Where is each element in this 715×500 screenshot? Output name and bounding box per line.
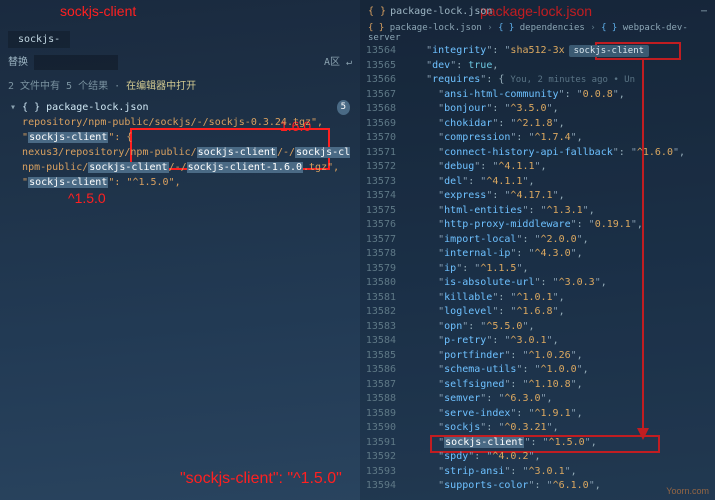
result-count-badge: 5	[337, 100, 350, 115]
git-blame: You, 2 minutes ago • Un	[510, 75, 635, 85]
code-line[interactable]: "p-retry": "^3.0.1",	[402, 334, 715, 349]
code-lines: "integrity": "sha512-3xsockjs-client "de…	[402, 44, 715, 494]
code-line[interactable]: "supports-color": "^6.1.0",	[402, 479, 715, 494]
replace-input[interactable]	[34, 55, 118, 70]
code-line[interactable]: "semver": "^6.3.0",	[402, 392, 715, 407]
code-editor[interactable]: 1356413565135661356713568135691357013571…	[360, 44, 715, 494]
search-results-pane: sockjs- 替换 A区 ↵ 2 文件中有 5 个结果 · 在编辑器中打开 ▾…	[0, 0, 360, 500]
code-line[interactable]: "dev": true,	[402, 59, 715, 74]
code-line[interactable]: "import-local": "^2.0.0",	[402, 233, 715, 248]
editor-tab[interactable]: package-lock.json	[390, 6, 492, 17]
code-line[interactable]: "portfinder": "^1.0.26",	[402, 349, 715, 364]
chevron-down-icon: ▾	[10, 102, 22, 113]
code-line[interactable]: "is-absolute-url": "^3.0.3",	[402, 276, 715, 291]
tab-actions[interactable]: ⋯	[701, 6, 707, 17]
result-line[interactable]: "sockjs-client": {	[10, 130, 350, 145]
code-line[interactable]: "debug": "^4.1.1",	[402, 160, 715, 175]
crumb-file: package-lock.json	[390, 23, 482, 33]
code-line[interactable]: "compression": "^1.7.4",	[402, 131, 715, 146]
search-results: ▾ { } package-lock.json 5 repository/npm…	[0, 96, 360, 194]
code-line[interactable]: "html-entities": "^1.3.1",	[402, 204, 715, 219]
chinese-hint[interactable]: 在编辑器中打开	[126, 81, 196, 92]
search-tab[interactable]: sockjs-	[8, 31, 70, 48]
chinese-hint-row: 2 文件中有 5 个结果 · 在编辑器中打开	[0, 73, 360, 96]
code-line[interactable]: "spdy": "^4.0.2",	[402, 450, 715, 465]
result-line[interactable]: "sockjs-client": "^1.5.0",	[10, 175, 350, 190]
code-line[interactable]: "connect-history-api-fallback": "^1.6.0"…	[402, 146, 715, 161]
line-gutter: 1356413565135661356713568135691357013571…	[360, 44, 402, 494]
main-split: sockjs- 替换 A区 ↵ 2 文件中有 5 个结果 · 在编辑器中打开 ▾…	[0, 0, 715, 500]
highlighted-key: sockjs-client	[444, 437, 524, 448]
json-icon: { }	[368, 6, 386, 17]
replace-row: 替换 A区 ↵	[0, 50, 360, 73]
code-line[interactable]: "opn": "^5.5.0",	[402, 320, 715, 335]
crumb-deps: dependencies	[520, 23, 585, 33]
editor-pane: { } package-lock.json ⋯ { } package-lock…	[360, 0, 715, 500]
result-file-header[interactable]: ▾ { } package-lock.json 5	[10, 100, 350, 115]
code-line[interactable]: "del": "^4.1.1",	[402, 175, 715, 190]
code-line[interactable]: "express": "^4.17.1",	[402, 189, 715, 204]
replace-icons[interactable]: A区 ↵	[324, 53, 352, 68]
code-line[interactable]: "http-proxy-middleware": "0.19.1",	[402, 218, 715, 233]
code-line[interactable]: "ansi-html-community": "0.0.8",	[402, 88, 715, 103]
result-line[interactable]: repository/npm-public/sockjs/-/sockjs-0.…	[10, 115, 350, 130]
code-line[interactable]: "requires": {You, 2 minutes ago • Un	[402, 73, 715, 88]
code-line[interactable]: "sockjs-client": "^1.5.0",	[402, 436, 715, 451]
result-line[interactable]: npm-public/sockjs-client/-/sockjs-client…	[10, 160, 350, 175]
code-line[interactable]: "strip-ansi": "^3.0.1",	[402, 465, 715, 480]
code-line[interactable]: "internal-ip": "^4.3.0",	[402, 247, 715, 262]
result-line[interactable]: nexus3/repository/npm-public/sockjs-clie…	[10, 145, 350, 160]
code-line[interactable]: "loglevel": "^1.6.8",	[402, 305, 715, 320]
code-line[interactable]: "selfsigned": "^1.10.8",	[402, 378, 715, 393]
code-line[interactable]: "integrity": "sha512-3xsockjs-client	[402, 44, 715, 59]
breadcrumb[interactable]: { } package-lock.json › { } dependencies…	[360, 22, 715, 44]
hint-prefix: 2 文件中有 5 个结果 ·	[8, 81, 126, 92]
code-line[interactable]: "chokidar": "^2.1.8",	[402, 117, 715, 132]
replace-label: 替换	[8, 57, 28, 68]
code-line[interactable]: "sockjs": "^0.3.21",	[402, 421, 715, 436]
highlight-badge: sockjs-client	[569, 45, 649, 57]
code-line[interactable]: "serve-index": "^1.9.1",	[402, 407, 715, 422]
code-line[interactable]: "killable": "^1.0.1",	[402, 291, 715, 306]
code-line[interactable]: "bonjour": "^3.5.0",	[402, 102, 715, 117]
search-tab-row: sockjs-	[0, 28, 360, 50]
editor-tab-row: { } package-lock.json ⋯	[360, 0, 715, 22]
code-line[interactable]: "ip": "^1.1.5",	[402, 262, 715, 277]
code-line[interactable]: "schema-utils": "^1.0.0",	[402, 363, 715, 378]
